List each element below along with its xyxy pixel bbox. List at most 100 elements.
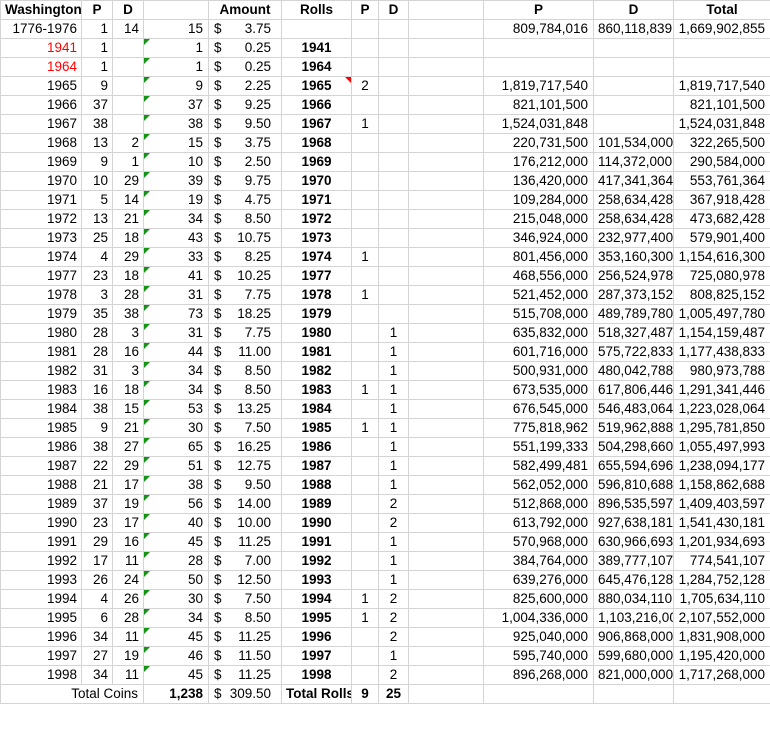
cell-mintage-p[interactable]: 515,708,000	[484, 305, 594, 324]
cell-roll-d[interactable]	[379, 210, 409, 229]
cell-d-count[interactable]: 29	[113, 248, 144, 267]
cell-mintage-total[interactable]: 1,005,497,780	[674, 305, 770, 324]
cell-d-count[interactable]	[113, 58, 144, 77]
cell-mintage-p[interactable]: 925,040,000	[484, 628, 594, 647]
cell-amount[interactable]: $9.50	[209, 115, 282, 134]
cell-spacer[interactable]	[409, 343, 484, 362]
cell-spacer[interactable]	[409, 362, 484, 381]
cell-roll-p[interactable]	[352, 495, 379, 514]
cell-amount[interactable]: $18.25	[209, 305, 282, 324]
total-amount-value[interactable]: $309.50	[209, 685, 282, 704]
cell-mintage-d[interactable]	[594, 58, 674, 77]
cell-spacer[interactable]	[409, 20, 484, 39]
cell-mintage-d[interactable]: 258,634,428	[594, 191, 674, 210]
cell-p-count[interactable]: 17	[82, 552, 113, 571]
cell-roll-d[interactable]	[379, 229, 409, 248]
cell-mintage-p[interactable]: 551,199,333	[484, 438, 594, 457]
header-total[interactable]: Total	[674, 1, 770, 20]
cell-roll-p[interactable]	[352, 628, 379, 647]
cell-p-count[interactable]: 4	[82, 590, 113, 609]
cell-mintage-p[interactable]: 176,212,000	[484, 153, 594, 172]
total-rolls-d-value[interactable]: 25	[379, 685, 409, 704]
cell-mintage-total[interactable]: 1,831,908,000	[674, 628, 770, 647]
cell-mintage-d[interactable]: 519,962,888	[594, 419, 674, 438]
cell-coin-total-with-error-indicator-icon[interactable]: 1	[144, 58, 209, 77]
cell-d-count[interactable]: 3	[113, 362, 144, 381]
cell-mintage-p[interactable]: 384,764,000	[484, 552, 594, 571]
cell-mintage-p[interactable]: 595,740,000	[484, 647, 594, 666]
cell-mintage-p[interactable]: 500,931,000	[484, 362, 594, 381]
cell-roll-d[interactable]: 2	[379, 628, 409, 647]
cell-p-count[interactable]: 1	[82, 39, 113, 58]
cell-year[interactable]: 1993	[1, 571, 82, 590]
cell-coin-total-with-error-indicator-icon[interactable]: 33	[144, 248, 209, 267]
cell-roll-p[interactable]	[352, 400, 379, 419]
cell-roll-p[interactable]	[352, 647, 379, 666]
total-rolls-label[interactable]: Total Rolls	[282, 685, 352, 704]
cell-coin-total-with-error-indicator-icon[interactable]: 31	[144, 286, 209, 305]
cell-mintage-p[interactable]: 635,832,000	[484, 324, 594, 343]
cell-mintage-p[interactable]: 582,499,481	[484, 457, 594, 476]
cell-roll-p[interactable]	[352, 20, 379, 39]
cell-roll-p[interactable]	[352, 153, 379, 172]
cell-roll-p[interactable]	[352, 305, 379, 324]
cell-d-count[interactable]: 28	[113, 609, 144, 628]
cell-mintage-d[interactable]: 489,789,780	[594, 305, 674, 324]
cell-mintage-p[interactable]: 512,868,000	[484, 495, 594, 514]
cell-roll-year[interactable]: 1974	[282, 248, 352, 267]
cell-roll-p[interactable]	[352, 343, 379, 362]
cell-mintage-total[interactable]: 1,409,403,597	[674, 495, 770, 514]
cell-mintage-p[interactable]: 809,784,016	[484, 20, 594, 39]
cell-year[interactable]: 1986	[1, 438, 82, 457]
cell-roll-p[interactable]	[352, 457, 379, 476]
cell-d-count[interactable]: 21	[113, 210, 144, 229]
cell-spacer[interactable]	[409, 381, 484, 400]
cell-p-count[interactable]: 13	[82, 210, 113, 229]
cell-mintage-total[interactable]: 1,705,634,110	[674, 590, 770, 609]
cell-roll-p[interactable]: 1	[352, 609, 379, 628]
cell-d-count[interactable]: 27	[113, 438, 144, 457]
total-coins-label[interactable]: Total Coins	[1, 685, 144, 704]
cell-p-count[interactable]: 9	[82, 153, 113, 172]
cell-d-count[interactable]: 18	[113, 381, 144, 400]
cell-roll-p[interactable]: 1	[352, 419, 379, 438]
cell-spacer[interactable]	[409, 647, 484, 666]
header-sum[interactable]	[144, 1, 209, 20]
cell-amount[interactable]: $9.75	[209, 172, 282, 191]
cell-roll-p[interactable]	[352, 191, 379, 210]
cell-mintage-d[interactable]: 630,966,693	[594, 533, 674, 552]
cell-roll-p[interactable]	[352, 134, 379, 153]
cell-coin-total-with-error-indicator-icon[interactable]: 73	[144, 305, 209, 324]
cell-coin-total-with-error-indicator-icon[interactable]: 31	[144, 324, 209, 343]
cell-d-count[interactable]: 11	[113, 666, 144, 685]
cell-d-count[interactable]: 17	[113, 514, 144, 533]
cell-roll-p[interactable]	[352, 58, 379, 77]
cell-coin-total[interactable]: 15	[144, 20, 209, 39]
cell-amount[interactable]: $0.25	[209, 39, 282, 58]
cell-p-count[interactable]: 37	[82, 96, 113, 115]
cell-roll-p[interactable]: 1	[352, 115, 379, 134]
cell-year[interactable]: 1965	[1, 77, 82, 96]
cell-spacer[interactable]	[409, 533, 484, 552]
cell-mintage-total[interactable]: 1,158,862,688	[674, 476, 770, 495]
cell-roll-d[interactable]: 1	[379, 647, 409, 666]
cell-spacer[interactable]	[409, 134, 484, 153]
cell-p-count[interactable]: 28	[82, 343, 113, 362]
cell-p-count[interactable]: 34	[82, 666, 113, 685]
cell-amount[interactable]: $7.50	[209, 419, 282, 438]
cell-spacer[interactable]	[409, 286, 484, 305]
cell-roll-d[interactable]: 2	[379, 514, 409, 533]
cell-roll-year[interactable]: 1986	[282, 438, 352, 457]
cell-mintage-d[interactable]: 480,042,788	[594, 362, 674, 381]
cell-mintage-p[interactable]: 562,052,000	[484, 476, 594, 495]
cell-mintage-total[interactable]: 473,682,428	[674, 210, 770, 229]
header-rollD[interactable]: D	[379, 1, 409, 20]
cell-spacer[interactable]	[409, 229, 484, 248]
cell-coin-total-with-error-indicator-icon[interactable]: 39	[144, 172, 209, 191]
cell-spacer[interactable]	[409, 438, 484, 457]
cell-year[interactable]: 1997	[1, 647, 82, 666]
cell-year[interactable]: 1969	[1, 153, 82, 172]
cell-year[interactable]: 1973	[1, 229, 82, 248]
cell-coin-total-with-error-indicator-icon[interactable]: 45	[144, 533, 209, 552]
cell-year[interactable]: 1982	[1, 362, 82, 381]
